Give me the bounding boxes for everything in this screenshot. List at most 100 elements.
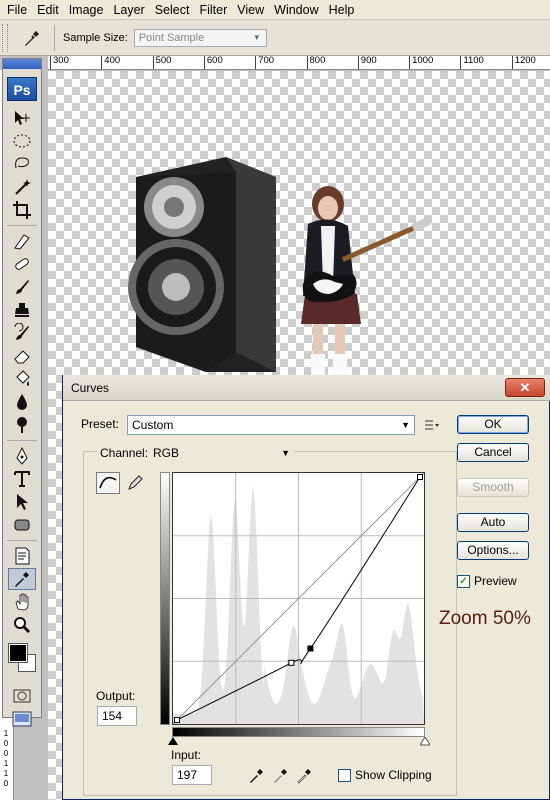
ruler-tick-label: 600	[203, 56, 223, 69]
path-selection-icon[interactable]	[8, 491, 36, 513]
quick-mask-icon[interactable]	[8, 685, 36, 707]
menu-item-edit[interactable]: Edit	[32, 0, 64, 20]
photoshop-logo[interactable]: Ps	[7, 77, 37, 101]
shape-icon[interactable]	[8, 514, 36, 536]
screen-mode-icon[interactable]	[8, 708, 36, 730]
crop-icon[interactable]	[8, 199, 36, 221]
preset-select[interactable]: Custom ▼	[127, 415, 415, 435]
channel-label: Channel:	[97, 446, 152, 460]
toolbox-divider	[7, 225, 37, 226]
white-eyedropper-icon[interactable]	[295, 765, 313, 785]
black-point-slider-icon[interactable]	[168, 737, 178, 746]
toolbox-header[interactable]	[3, 59, 41, 69]
zoom-icon[interactable]	[8, 614, 36, 636]
input-label: Input:	[171, 748, 202, 762]
history-brush-icon[interactable]	[8, 322, 36, 344]
menu-item-file[interactable]: File	[0, 0, 32, 20]
auto-button[interactable]: Auto	[457, 513, 529, 532]
curve-point-tool-icon[interactable]	[96, 472, 120, 494]
ruler-tick-label: 300	[50, 56, 69, 69]
black-eyedropper-icon[interactable]	[247, 765, 265, 785]
menu-bar: File Edit Image Layer Select Filter View Window…	[0, 0, 550, 20]
magic-wand-icon[interactable]	[8, 176, 36, 198]
eraser-icon[interactable]	[8, 345, 36, 367]
pen-icon[interactable]	[8, 445, 36, 467]
input-gradient-bar	[172, 727, 425, 737]
lasso-icon[interactable]	[8, 153, 36, 175]
chevron-down-icon: ▼	[252, 32, 261, 42]
close-button[interactable]: ✕	[505, 378, 545, 397]
ruler-tick-label: 400	[101, 56, 120, 69]
ruler-tick-label: 1100	[460, 56, 484, 69]
brush-icon[interactable]	[8, 276, 36, 298]
dodge-icon[interactable]	[8, 414, 36, 436]
menu-item-help[interactable]: Help	[324, 0, 360, 20]
preset-options-icon[interactable]	[425, 419, 439, 433]
smooth-button[interactable]: Smooth	[457, 478, 529, 497]
ok-button[interactable]: OK	[457, 415, 529, 434]
preview-row[interactable]: ✓ Preview	[457, 574, 517, 588]
output-field[interactable]: 154	[97, 706, 137, 726]
marquee-icon[interactable]	[8, 130, 36, 152]
sample-size-value: Point Sample	[138, 31, 205, 44]
eyedropper-icon[interactable]	[8, 568, 36, 590]
ruler-tick-label: 1	[3, 759, 9, 768]
show-clipping-checkbox[interactable]	[338, 768, 351, 782]
channel-select[interactable]: RGB ▼	[149, 443, 294, 463]
ruler-tick-label: 0	[3, 749, 9, 758]
clone-stamp-icon[interactable]	[8, 299, 36, 321]
ruler-tick-label: 900	[357, 56, 377, 69]
white-point-slider-icon[interactable]	[420, 737, 430, 746]
curve-control-point[interactable]	[307, 645, 314, 652]
sample-size-select[interactable]: Point Sample ▼	[133, 28, 267, 47]
ruler-top: 300 400 500 600 700 800 900 1000 1100 1200	[48, 56, 550, 70]
toolbox-panel: Ps	[2, 58, 42, 727]
output-gradient-bar	[160, 472, 170, 725]
foreground-color-swatch[interactable]	[8, 643, 28, 663]
ruler-tick-label: 1	[3, 769, 9, 778]
chevron-down-icon: ▼	[401, 420, 410, 430]
slice-icon[interactable]	[8, 230, 36, 252]
ruler-tick-label: 1200	[511, 56, 536, 69]
menu-item-layer[interactable]: Layer	[108, 0, 149, 20]
show-clipping-row[interactable]: Show Clipping	[338, 768, 432, 782]
curve-control-point[interactable]	[417, 474, 423, 480]
healing-brush-icon[interactable]	[8, 253, 36, 275]
curve-graph[interactable]	[172, 472, 425, 725]
curve-control-point[interactable]	[174, 717, 180, 723]
options-button[interactable]: Options...	[457, 541, 529, 560]
paint-bucket-icon[interactable]	[8, 368, 36, 390]
guitarist-image	[301, 186, 432, 394]
preset-label: Preset:	[81, 417, 120, 431]
menu-item-window[interactable]: Window	[269, 0, 323, 20]
notes-icon[interactable]	[8, 545, 36, 567]
hand-icon[interactable]	[8, 591, 36, 613]
cancel-button[interactable]: Cancel	[457, 443, 529, 462]
ruler-tick-label: 0	[3, 779, 9, 788]
speaker-image	[128, 157, 276, 372]
pencil-icon[interactable]	[123, 472, 147, 494]
input-field[interactable]: 197	[172, 765, 212, 785]
preview-label: Preview	[474, 574, 517, 588]
toolbox-divider	[7, 440, 37, 441]
ruler-tick-label: 800	[306, 56, 325, 69]
color-swatches	[3, 642, 41, 684]
move-icon[interactable]	[8, 107, 36, 129]
menu-item-view[interactable]: View	[232, 0, 269, 20]
current-tool-eyedropper-icon[interactable]	[16, 24, 48, 52]
type-icon[interactable]	[8, 468, 36, 490]
blur-icon[interactable]	[8, 391, 36, 413]
ruler-tick-label: 1	[3, 729, 9, 738]
options-bar-grip[interactable]	[2, 23, 8, 52]
preview-checkbox[interactable]: ✓	[457, 574, 470, 588]
curve-control-point[interactable]	[288, 659, 295, 666]
output-label: Output:	[96, 689, 136, 703]
menu-item-filter[interactable]: Filter	[194, 0, 232, 20]
options-separator	[54, 24, 55, 51]
close-icon: ✕	[519, 380, 531, 395]
dialog-title-bar[interactable]: Curves ✕	[63, 375, 550, 401]
menu-item-image[interactable]: Image	[64, 0, 109, 20]
show-clipping-label: Show Clipping	[355, 768, 432, 782]
menu-item-select[interactable]: Select	[150, 0, 195, 20]
gray-eyedropper-icon[interactable]	[271, 765, 289, 785]
